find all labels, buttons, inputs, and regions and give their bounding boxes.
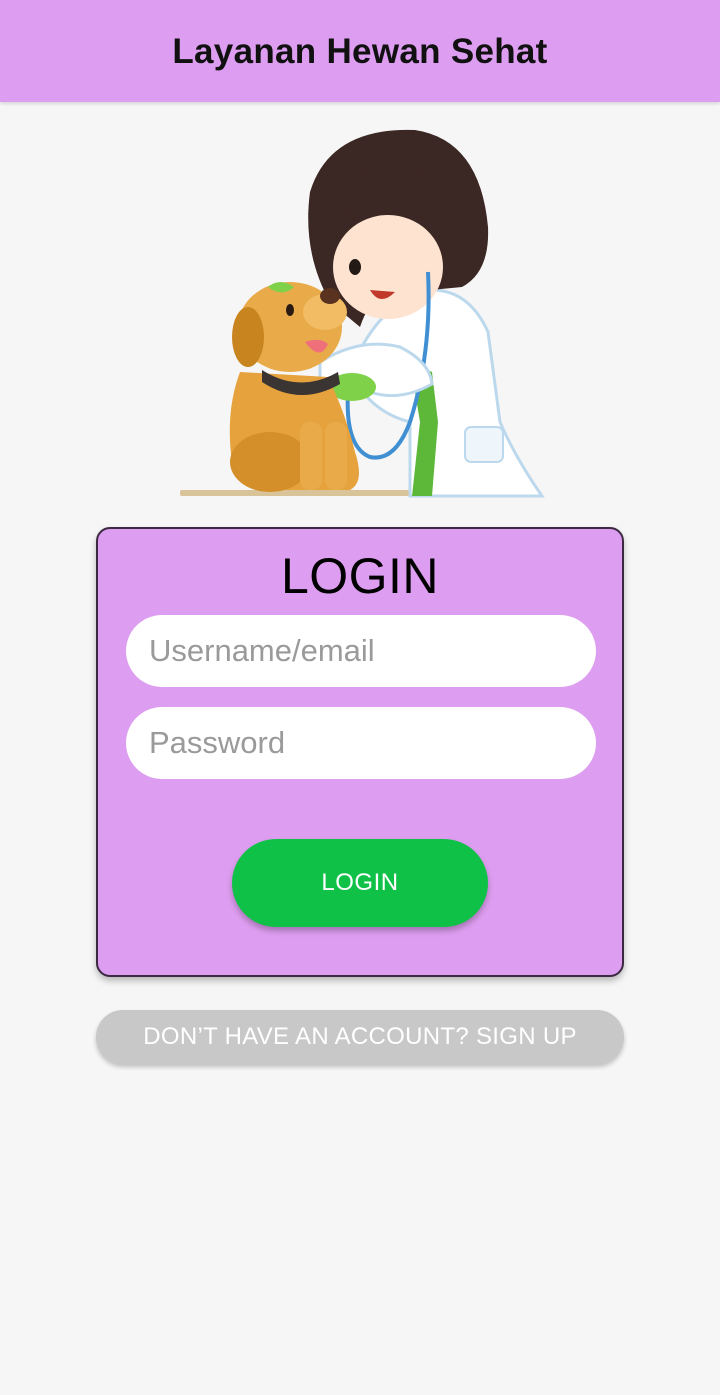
login-button[interactable]: LOGIN	[232, 839, 488, 927]
username-field[interactable]	[126, 615, 596, 687]
signup-button[interactable]: DON’T HAVE AN ACCOUNT? SIGN UP	[96, 1010, 624, 1064]
username-input[interactable]	[147, 632, 596, 670]
app-title: Layanan Hewan Sehat	[172, 32, 548, 71]
app-bar: Layanan Hewan Sehat	[0, 0, 720, 102]
vet-with-dog-illustration	[170, 122, 550, 507]
password-input[interactable]	[147, 724, 596, 762]
login-card: LOGIN LOGIN	[96, 527, 624, 977]
password-field[interactable]	[126, 707, 596, 779]
login-title: LOGIN	[280, 548, 440, 604]
